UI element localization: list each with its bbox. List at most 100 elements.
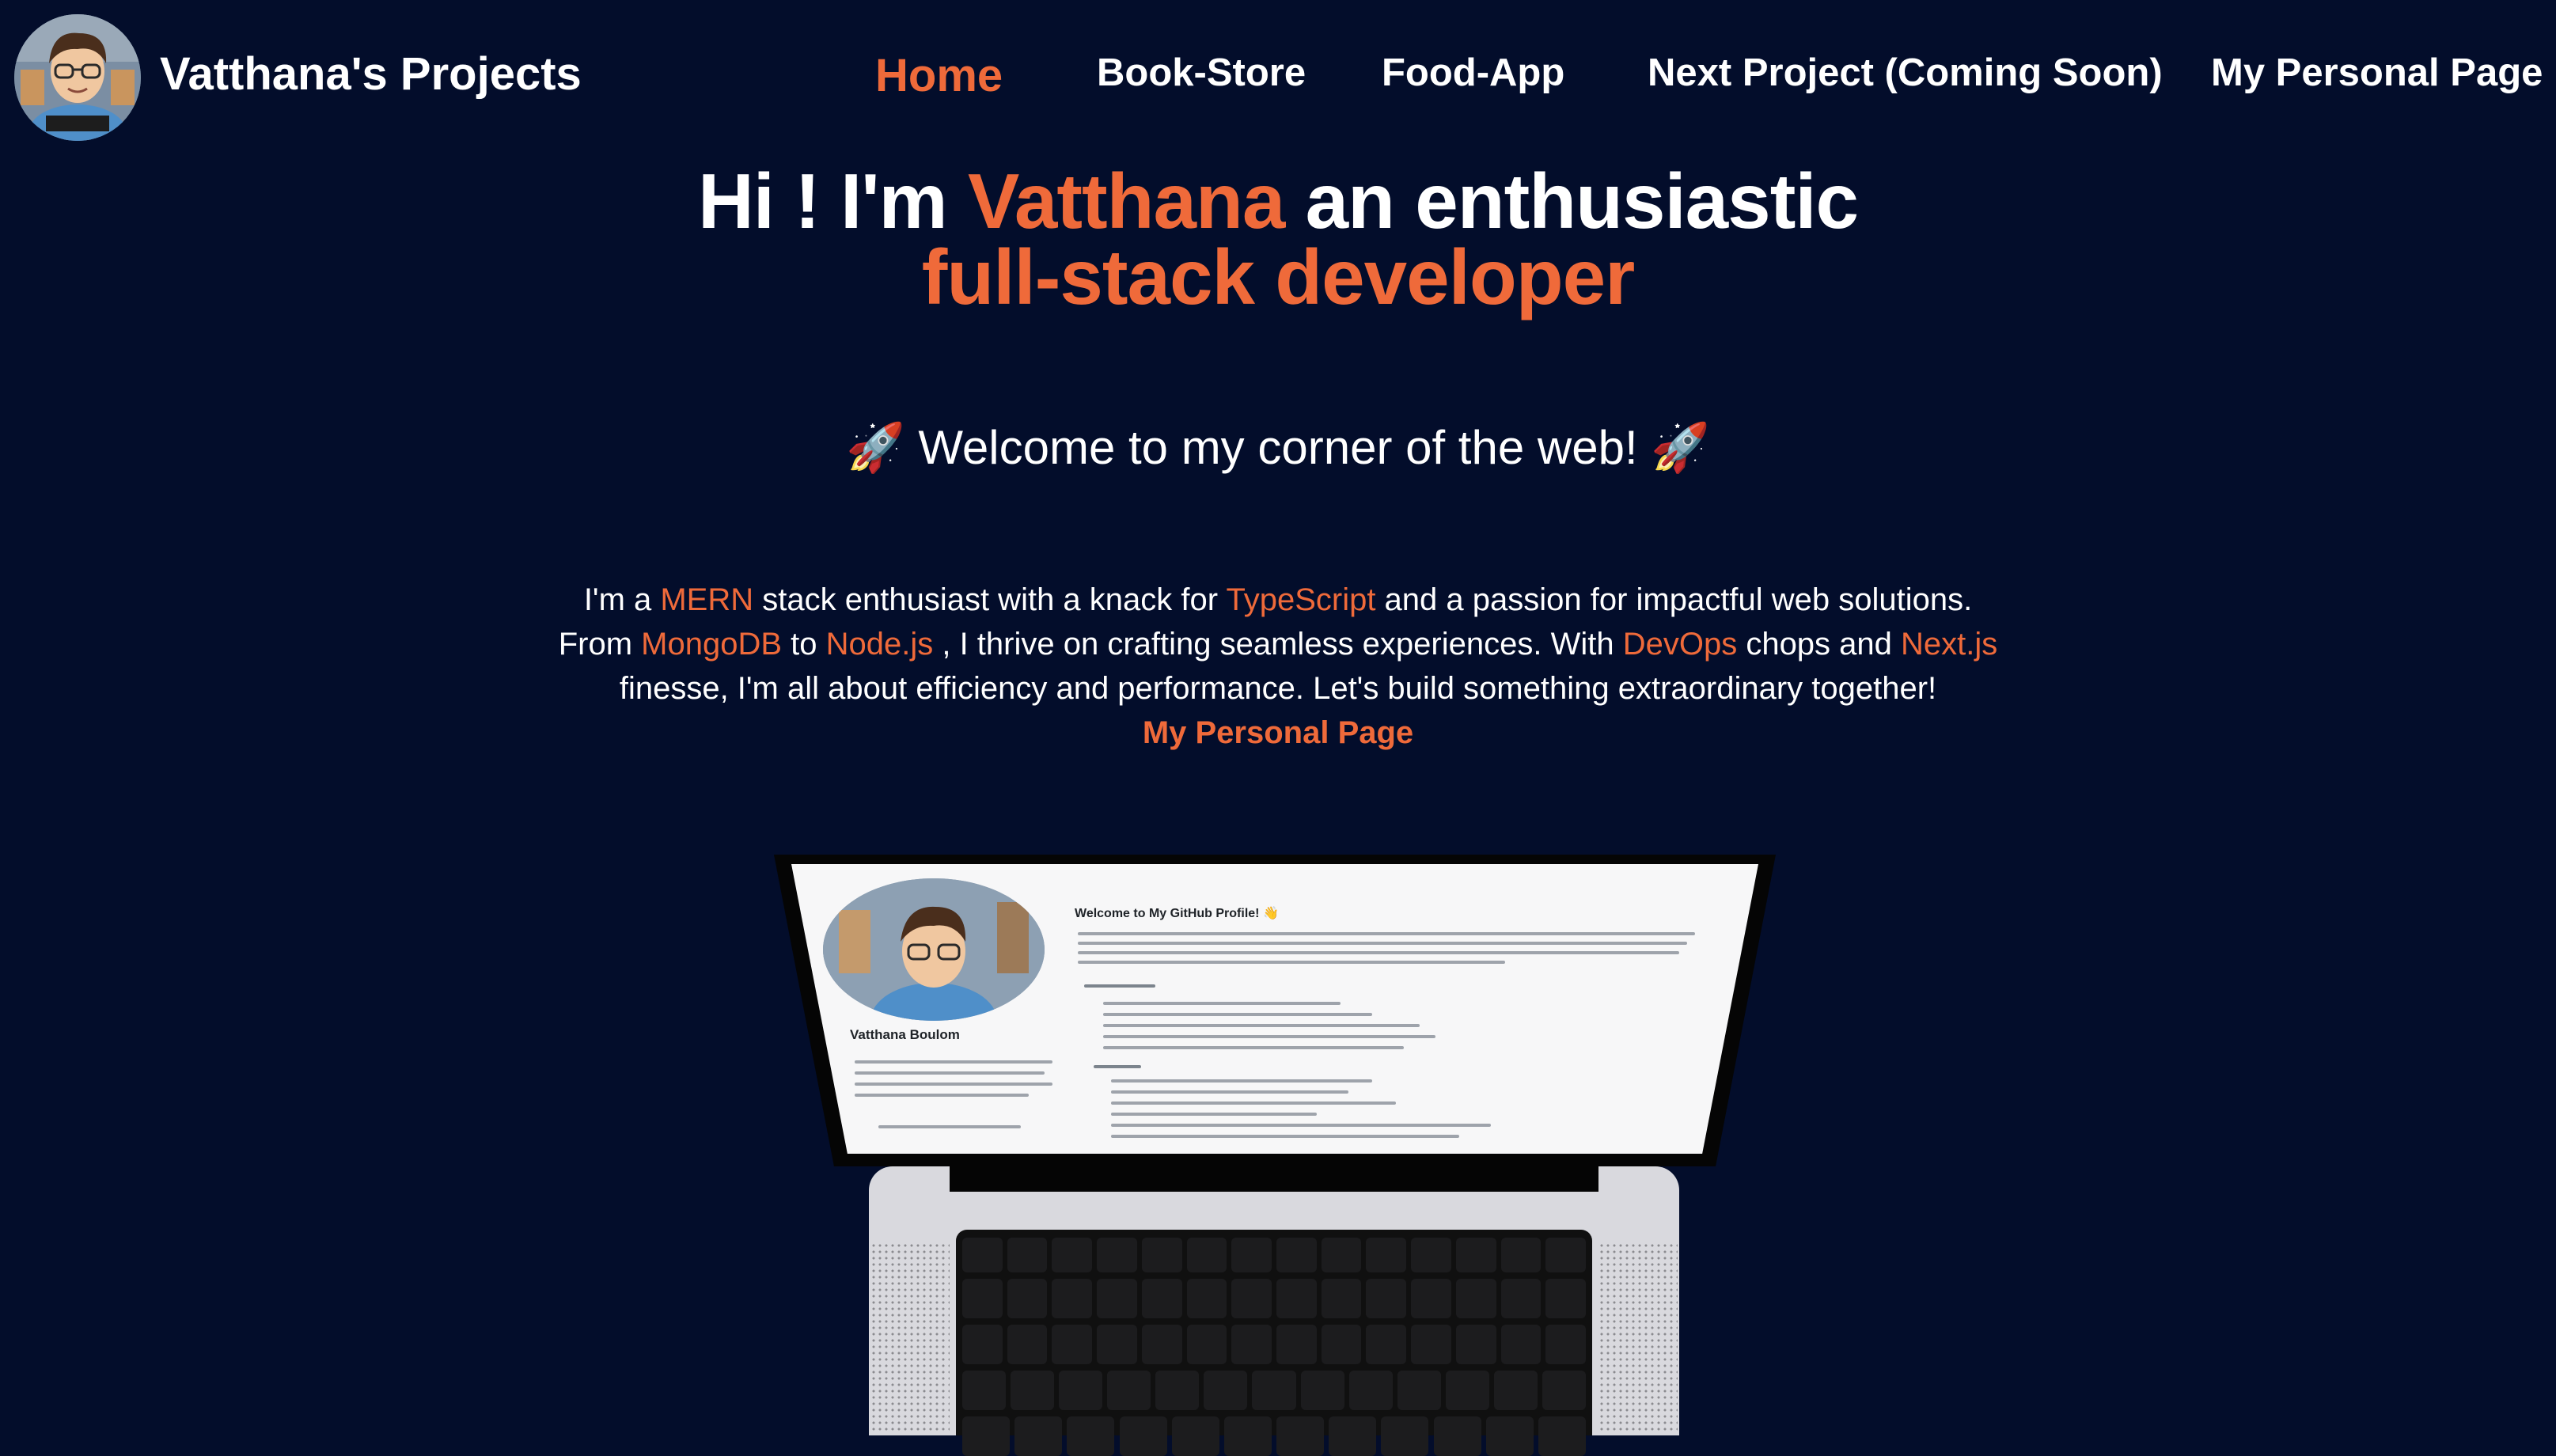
welcome-text: Welcome to my corner of the web! <box>904 421 1652 474</box>
keyboard-key <box>1231 1279 1272 1318</box>
nav-book-store[interactable]: Book-Store <box>1097 51 1306 95</box>
keyboard-key <box>1300 1371 1344 1410</box>
keyboard-key <box>1321 1279 1362 1318</box>
site-title[interactable]: Vatthana's Projects <box>160 47 582 100</box>
keyboard-key <box>1186 1325 1227 1364</box>
keyboard-key <box>1445 1371 1489 1410</box>
hero-greeting: Hi ! I'm <box>697 157 968 245</box>
navbar: Vatthana's Projects Home Book-Store Food… <box>0 0 2556 150</box>
tech-typescript: TypeScript <box>1226 582 1376 617</box>
keyboard-key <box>1542 1371 1586 1410</box>
keyboard-key <box>1141 1238 1182 1272</box>
screen-text-line <box>1103 1002 1341 1005</box>
intro-text: and a passion for impactful web solution… <box>1375 582 1973 617</box>
keyboard-key <box>1186 1238 1227 1272</box>
intro-text: , I thrive on crafting seamless experien… <box>933 627 1623 662</box>
keyboard-key <box>1059 1371 1103 1410</box>
keyboard-key <box>1011 1371 1055 1410</box>
screen-text-line <box>1111 1090 1348 1094</box>
laptop-keyboard <box>956 1230 1592 1456</box>
keyboard-key <box>1107 1371 1151 1410</box>
screen-text-line <box>1111 1113 1317 1116</box>
keyboard-key <box>1252 1371 1296 1410</box>
speaker-grille <box>1598 1242 1678 1432</box>
keyboard-key <box>1321 1325 1362 1364</box>
keyboard-key <box>1545 1279 1586 1318</box>
keyboard-key <box>1231 1238 1272 1272</box>
keyboard-key <box>1545 1325 1586 1364</box>
keyboard-key <box>1014 1416 1063 1456</box>
keyboard-key <box>1276 1416 1325 1456</box>
keyboard-key <box>1455 1279 1496 1318</box>
screen-readme-title: Welcome to My GitHub Profile! 👋 <box>1075 907 1279 920</box>
keyboard-key <box>1500 1238 1542 1272</box>
keyboard-key <box>1171 1416 1219 1456</box>
keyboard-key <box>1155 1371 1200 1410</box>
tech-devops: DevOps <box>1622 627 1738 662</box>
keyboard-key <box>1186 1279 1227 1318</box>
keyboard-key <box>1223 1416 1272 1456</box>
nav-personal-page[interactable]: My Personal Page <box>2211 51 2543 95</box>
laptop-hinge <box>950 1166 1598 1192</box>
keyboard-key <box>1067 1416 1115 1456</box>
intro-text: From <box>558 627 642 662</box>
intro-line-1: I'm a MERN stack enthusiast with a knack… <box>0 578 2556 622</box>
screen-text-line <box>1111 1101 1396 1105</box>
intro-text: I'm a <box>583 582 661 617</box>
keyboard-key <box>1007 1238 1048 1272</box>
keyboard-key <box>1231 1325 1272 1364</box>
keyboard-key <box>1545 1238 1586 1272</box>
avatar[interactable] <box>14 14 141 141</box>
nav-next-project[interactable]: Next Project (Coming Soon) <box>1648 51 2163 95</box>
screen-text-line <box>1078 951 1679 954</box>
keyboard-key <box>1276 1238 1317 1272</box>
keyboard-key <box>1366 1279 1407 1318</box>
screen-text-line <box>878 1125 1021 1128</box>
keyboard-key <box>1276 1279 1317 1318</box>
keyboard-key <box>1455 1238 1496 1272</box>
intro-line-2: From MongoDB to Node.js , I thrive on cr… <box>0 622 2556 666</box>
screen-text-line <box>1078 932 1695 935</box>
screen-text-line <box>1103 1013 1372 1016</box>
hero-descriptor: an enthusiastic <box>1284 157 1859 245</box>
cartoon-developer-avatar-icon <box>823 878 1045 1021</box>
keyboard-key <box>1141 1325 1182 1364</box>
intro-line-3: finesse, I'm all about efficiency and pe… <box>619 671 1937 706</box>
tech-nodejs: Node.js <box>825 627 934 662</box>
screen-heading-line <box>1084 984 1155 988</box>
screen-heading-line <box>1094 1065 1141 1068</box>
screen-text-line <box>1111 1135 1459 1138</box>
screen-text-line <box>1078 961 1505 964</box>
screen-text-line <box>855 1071 1045 1075</box>
nav-food-app[interactable]: Food-App <box>1382 51 1564 95</box>
personal-page-link[interactable]: My Personal Page <box>1143 715 1413 750</box>
keyboard-key <box>1411 1279 1451 1318</box>
welcome-message: 🚀 Welcome to my corner of the web! 🚀 <box>0 419 2556 476</box>
tech-mern: MERN <box>660 582 754 617</box>
cartoon-developer-avatar-icon <box>14 14 141 141</box>
hero-name: Vatthana <box>967 157 1285 245</box>
screen-text-line <box>1103 1035 1435 1038</box>
keyboard-key <box>1052 1238 1093 1272</box>
nav-home[interactable]: Home <box>875 49 1003 102</box>
screen-text-line <box>1103 1024 1420 1027</box>
keyboard-key <box>1321 1238 1362 1272</box>
keyboard-key <box>1485 1416 1534 1456</box>
keyboard-key <box>1500 1279 1542 1318</box>
speaker-grille <box>870 1242 950 1432</box>
tech-mongodb: MongoDB <box>641 627 783 662</box>
keyboard-key <box>1538 1416 1586 1456</box>
keyboard-key <box>1007 1325 1048 1364</box>
rocket-icon: 🚀 <box>1651 421 1711 474</box>
keyboard-key <box>1097 1238 1137 1272</box>
keyboard-key <box>1500 1325 1542 1364</box>
screen-text-line <box>855 1094 1029 1097</box>
screen-text-line <box>855 1083 1052 1086</box>
keyboard-key <box>962 1371 1007 1410</box>
keyboard-key <box>1052 1279 1093 1318</box>
keyboard-key <box>1411 1325 1451 1364</box>
keyboard-key <box>1493 1371 1538 1410</box>
screen-text-line <box>1078 942 1687 945</box>
keyboard-key <box>962 1279 1003 1318</box>
keyboard-key <box>962 1416 1011 1456</box>
